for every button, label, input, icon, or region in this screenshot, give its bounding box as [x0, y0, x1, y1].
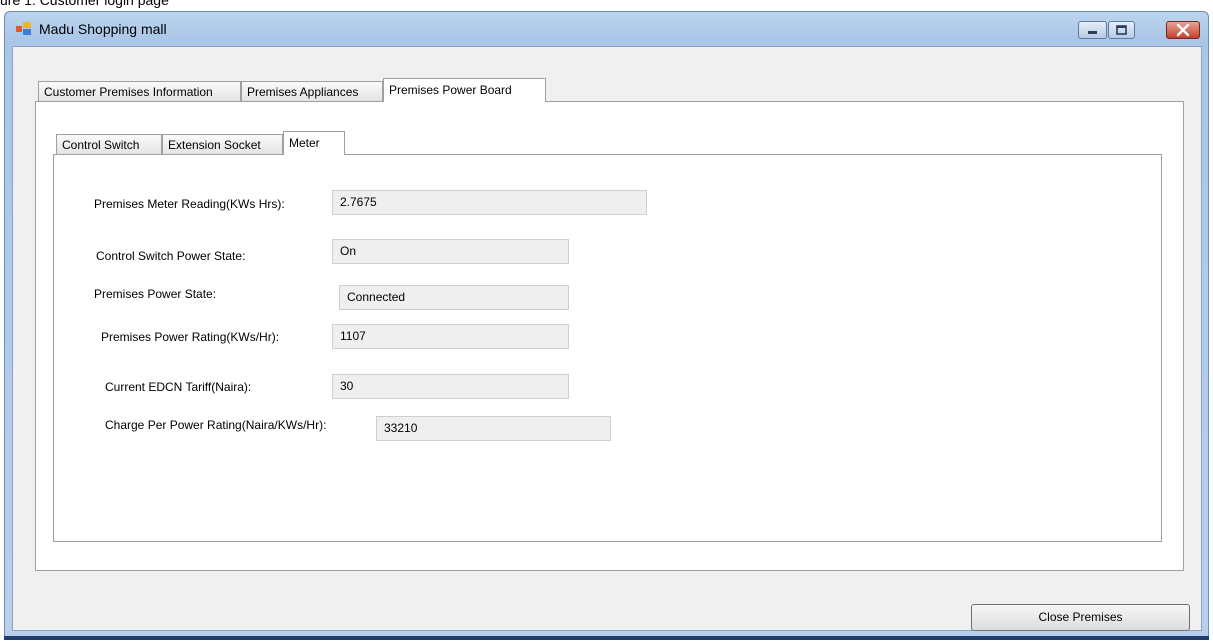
tab-premises-power-board[interactable]: Premises Power Board: [383, 78, 546, 102]
window-title: Madu Shopping mall: [39, 21, 167, 37]
tab-label: Control Switch: [62, 138, 140, 152]
minimize-button[interactable]: [1078, 21, 1107, 39]
tariff-label: Current EDCN Tariff(Naira):: [105, 380, 252, 394]
minimize-icon: [1088, 31, 1097, 34]
tab-premises-appliances[interactable]: Premises Appliances: [241, 81, 383, 102]
meter-reading-label: Premises Meter Reading(KWs Hrs):: [94, 197, 285, 211]
meter-tab-panel: Premises Meter Reading(KWs Hrs): 2.7675 …: [53, 154, 1162, 542]
tariff-field[interactable]: 30: [332, 374, 569, 399]
meter-reading-field[interactable]: 2.7675: [332, 190, 647, 215]
control-switch-state-field[interactable]: On: [332, 239, 569, 264]
tab-extension-socket[interactable]: Extension Socket: [162, 134, 283, 155]
figure-caption: ure 1: Customer login page: [0, 0, 169, 8]
maximize-button[interactable]: [1108, 21, 1135, 39]
close-premises-button[interactable]: Close Premises: [971, 604, 1190, 631]
tab-label: Customer Premises Information: [44, 85, 213, 99]
outer-tab-panel: Control Switch Extension Socket Meter Pr…: [35, 101, 1184, 571]
tab-label: Premises Appliances: [247, 85, 359, 99]
power-rating-label: Premises Power Rating(KWs/Hr):: [101, 330, 280, 344]
close-icon: [1176, 23, 1190, 37]
tab-meter[interactable]: Meter: [283, 131, 345, 155]
charge-per-rating-label: Charge Per Power Rating(Naira/KWs/Hr):: [105, 418, 327, 432]
app-windows-icon: [16, 22, 31, 35]
power-rating-field[interactable]: 1107: [332, 324, 569, 349]
maximize-icon: [1116, 25, 1127, 35]
tab-label: Premises Power Board: [389, 83, 512, 97]
window-bottom-border: [4, 636, 1209, 640]
tab-customer-premises-information[interactable]: Customer Premises Information: [38, 81, 241, 102]
app-window: Madu Shopping mall Customer Premises Inf…: [4, 11, 1209, 638]
tab-control-switch[interactable]: Control Switch: [56, 134, 162, 155]
premises-power-state-label: Premises Power State:: [94, 287, 217, 301]
charge-per-rating-field[interactable]: 33210: [376, 416, 611, 441]
client-area: Customer Premises Information Premises A…: [12, 46, 1202, 631]
control-switch-state-label: Control Switch Power State:: [96, 249, 246, 263]
title-bar[interactable]: Madu Shopping mall: [5, 12, 1208, 46]
close-button[interactable]: [1166, 21, 1200, 39]
tab-label: Meter: [289, 136, 320, 150]
tab-label: Extension Socket: [168, 138, 261, 152]
premises-power-state-field[interactable]: Connected: [339, 285, 569, 310]
